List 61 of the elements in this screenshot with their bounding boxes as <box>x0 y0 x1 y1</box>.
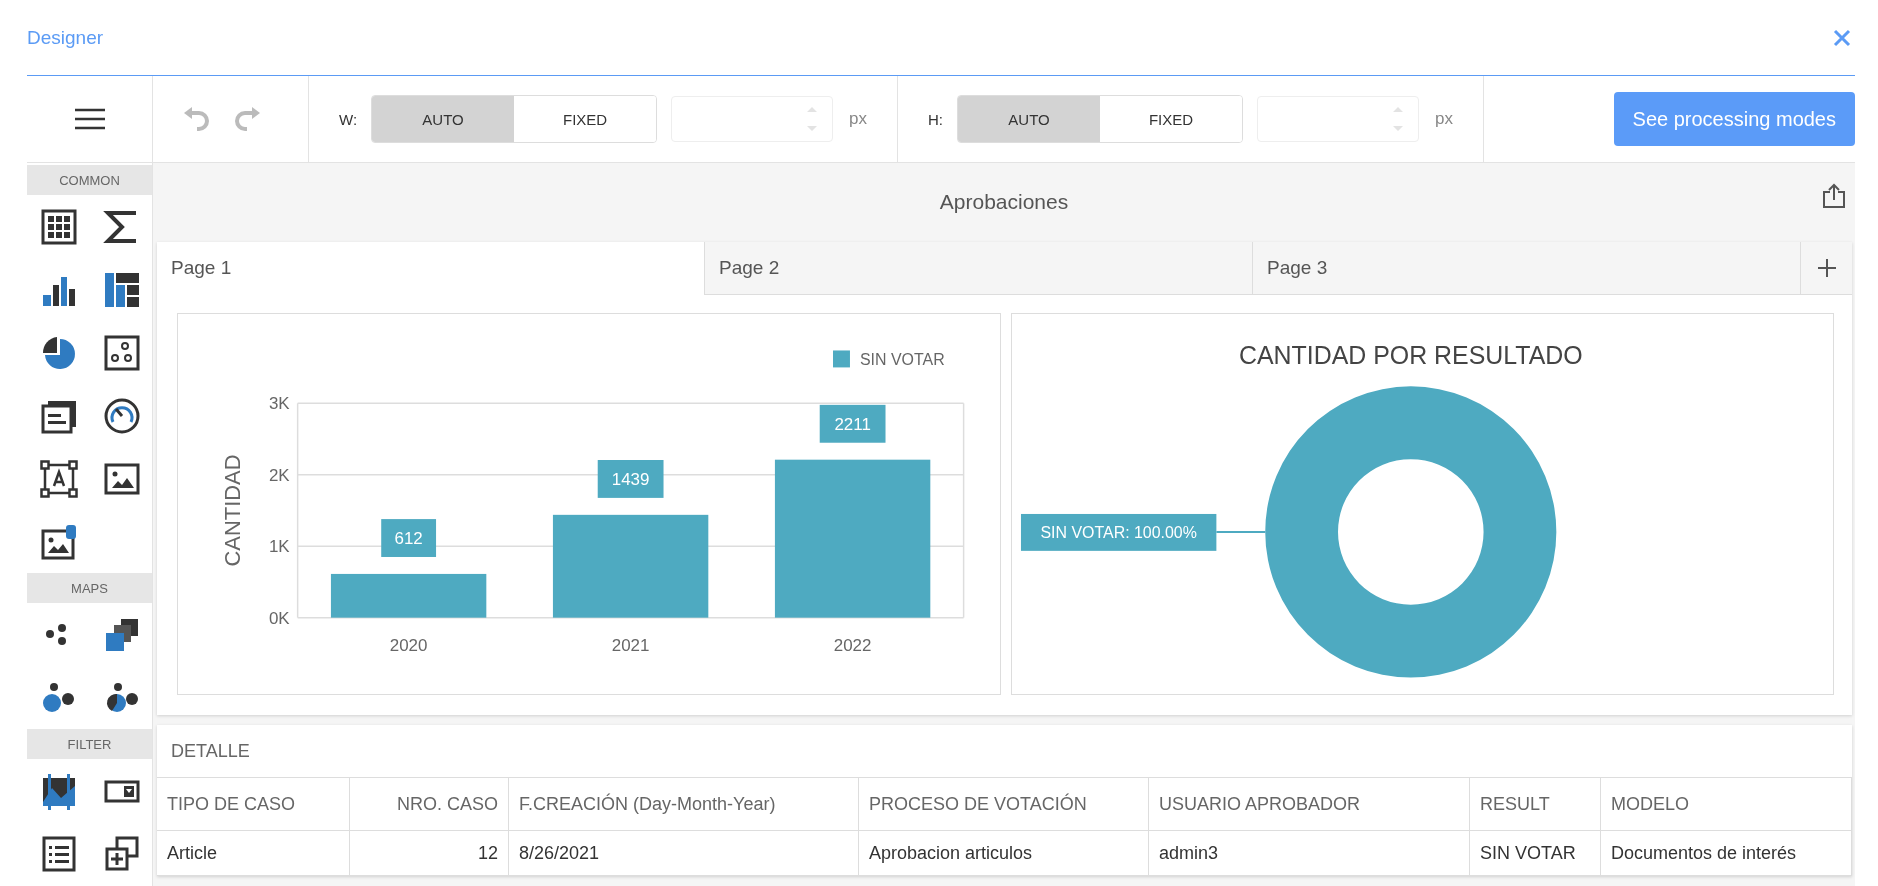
page-tab[interactable]: Page 1 <box>157 242 704 295</box>
dimension-label: H: <box>928 110 944 128</box>
gauge-icon[interactable] <box>102 396 141 435</box>
axis-tick-label: 3K <box>268 394 290 414</box>
treemap-icon[interactable] <box>102 270 141 309</box>
data-label: 1439 <box>611 469 650 489</box>
grid-icon[interactable] <box>39 207 78 246</box>
axis-tick-label: 2020 <box>389 635 428 655</box>
table-cell: SIN VOTAR <box>1470 831 1601 876</box>
section-header: MAPS <box>27 573 152 603</box>
axis-tick-label: 2021 <box>611 635 650 655</box>
number-field[interactable] <box>1257 96 1420 142</box>
table-cell: 8/26/2021 <box>509 831 859 876</box>
page-tab[interactable]: Page 3 <box>1252 242 1800 295</box>
unit-label: px <box>1435 109 1453 129</box>
data-label: 2211 <box>834 414 871 434</box>
add-page-button[interactable] <box>1800 242 1852 295</box>
page-tab[interactable]: Page 2 <box>704 242 1252 295</box>
window-title: Designer <box>27 26 104 49</box>
column-header: NRO. CASO <box>350 778 509 831</box>
data-label-background <box>819 404 886 443</box>
table-cell: 12 <box>350 831 509 876</box>
size-mode-option[interactable]: AUTO <box>372 96 515 142</box>
axis-tick-label: 2K <box>268 465 290 485</box>
plus-icon <box>1816 258 1837 278</box>
data-label-background <box>597 460 664 498</box>
dimension-label: W: <box>339 110 358 128</box>
section-header: FILTER <box>27 729 152 759</box>
data-label-background <box>381 519 437 557</box>
close-icon[interactable] <box>1833 28 1851 47</box>
unit-label: px <box>849 109 868 129</box>
section-header: COMMON <box>27 165 152 195</box>
number-field[interactable] <box>671 96 834 142</box>
image-database-icon[interactable] <box>39 522 78 561</box>
dots-box-icon[interactable] <box>102 333 141 372</box>
axis-title: CANTIDAD <box>219 454 245 567</box>
menu-icon[interactable] <box>74 108 105 130</box>
legend-swatch <box>833 350 850 368</box>
data-label: SIN VOTAR: 100.00% <box>1039 523 1197 541</box>
table-cell: Documentos de interés <box>1601 831 1852 876</box>
axis-tick-label: 2022 <box>833 635 872 655</box>
table-title: DETALLE <box>157 725 1852 778</box>
table-cell: Article <box>157 831 350 876</box>
column-header: TIPO DE CASO <box>157 778 350 831</box>
data-label: 612 <box>394 529 423 548</box>
column-header: F.CREACIÓN (Day-Month-Year) <box>509 778 859 831</box>
column-header: PROCESO DE VOTACIÓN <box>859 778 1149 831</box>
legend-label: SIN VOTAR <box>859 351 945 369</box>
chart-title: CANTIDAD POR RESULTADO <box>1238 341 1583 370</box>
leader-line <box>1214 530 1266 533</box>
column-header: RESULT <box>1470 778 1601 831</box>
export-icon[interactable] <box>1822 183 1846 209</box>
axis-tick-label: 1K <box>268 537 290 557</box>
column-header: MODELO <box>1601 778 1852 831</box>
column-header: USUARIO APROBADOR <box>1149 778 1470 831</box>
size-mode-option[interactable]: AUTO <box>958 96 1101 142</box>
dashboard-title: Aprobaciones <box>939 189 1069 214</box>
table-cell: Aprobacion articulos <box>859 831 1149 876</box>
text-frame-icon[interactable] <box>39 459 78 498</box>
axis-tick-label: 0K <box>268 608 290 628</box>
table-cell: admin3 <box>1149 831 1470 876</box>
